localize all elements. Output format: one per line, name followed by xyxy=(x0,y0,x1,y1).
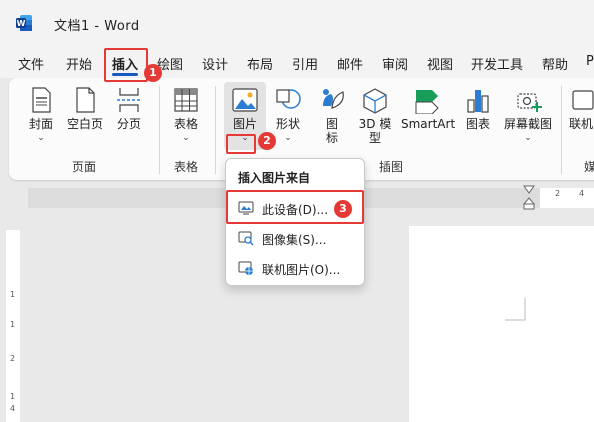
tab-more[interactable]: P xyxy=(586,54,594,69)
ruler-tick: 1 xyxy=(10,320,16,329)
menu-item-stock-images[interactable]: 图像集(S)... xyxy=(232,225,358,251)
callout-badge: 1 xyxy=(144,64,162,82)
chevron-down-icon: ⌄ xyxy=(182,133,190,143)
menu-item-label: 图像集(S)... xyxy=(262,233,327,247)
icons-icon xyxy=(323,89,344,109)
chevron-down-icon: ⌄ xyxy=(524,133,532,143)
chart-label: 图表 xyxy=(465,117,490,131)
ribbon-tabs: 文件 开始 插入 绘图 设计 布局 引用 邮件 审阅 视图 开发工具 帮助 P xyxy=(0,46,594,78)
svg-text:W: W xyxy=(17,19,26,28)
chevron-down-icon: ⌄ xyxy=(284,133,292,143)
3d-models-label-2: 型 xyxy=(368,131,381,145)
cover-page-icon xyxy=(32,87,51,113)
cover-page-label: 封面 xyxy=(28,117,53,131)
menu-item-online-pictures[interactable]: 联机图片(O)... xyxy=(232,255,358,281)
blank-page-button[interactable]: 空白页 xyxy=(65,86,105,131)
table-icon xyxy=(174,88,198,112)
group-divider xyxy=(159,86,160,174)
table-button[interactable]: 表格 ⌄ xyxy=(169,86,203,143)
chevron-down-icon: ⌄ xyxy=(37,133,45,143)
group-label-media: 媒 xyxy=(584,160,594,174)
shapes-button[interactable]: 形状 ⌄ xyxy=(271,86,305,143)
chart-icon xyxy=(467,90,489,113)
3d-models-button[interactable]: 3D 模 型 xyxy=(357,86,393,145)
ruler-tick: 1 xyxy=(10,290,16,299)
group-label-illustrations: 插图 xyxy=(379,160,404,174)
table-label: 表格 xyxy=(173,117,198,131)
page-break-button[interactable]: 分页 xyxy=(113,86,145,131)
window-title: 文档1 - Word xyxy=(54,19,140,34)
smartart-label: SmartArt xyxy=(401,117,456,131)
picture-icon xyxy=(232,88,258,112)
page-break-icon xyxy=(117,88,141,112)
menu-title: 插入图片来自 xyxy=(238,171,311,185)
group-divider xyxy=(215,86,216,174)
menu-item-label: 联机图片(O)... xyxy=(262,263,341,277)
icons-label-2: 标 xyxy=(325,131,338,145)
online-video-label: 联机 xyxy=(569,117,594,131)
callout-box-insert-tab xyxy=(104,48,148,82)
online-video-button[interactable]: 联机 xyxy=(569,86,594,131)
icons-button[interactable]: 图 标 xyxy=(315,86,349,145)
tab-developer[interactable]: 开发工具 xyxy=(471,54,523,73)
indent-marker-icon[interactable] xyxy=(522,184,536,210)
tab-file[interactable]: 文件 xyxy=(18,54,44,73)
word-logo-icon: W xyxy=(16,15,32,31)
blank-page-label: 空白页 xyxy=(66,117,103,131)
callout-badge: 3 xyxy=(334,200,352,218)
group-divider xyxy=(561,86,562,174)
online-video-icon xyxy=(572,90,594,110)
tab-review[interactable]: 审阅 xyxy=(382,54,408,73)
tab-layout[interactable]: 布局 xyxy=(247,54,273,73)
cube-icon xyxy=(363,88,387,114)
margin-corner-mark xyxy=(505,298,526,321)
ruler-tick: 4 xyxy=(10,404,16,413)
shapes-icon xyxy=(276,89,301,109)
online-pictures-icon xyxy=(238,261,253,275)
screenshot-button[interactable]: 屏幕截图 ⌄ xyxy=(501,86,555,143)
group-label-pages: 页面 xyxy=(72,160,97,174)
cover-page-button[interactable]: 封面 ⌄ xyxy=(23,86,59,143)
3d-models-label-1: 3D 模 xyxy=(358,117,392,131)
pictures-label: 图片 xyxy=(232,117,257,131)
shapes-label: 形状 xyxy=(275,117,300,131)
callout-box-pictures-dropdown xyxy=(226,134,256,154)
chart-button[interactable]: 图表 xyxy=(463,86,493,131)
title-bar: W 文档1 - Word xyxy=(0,0,594,46)
callout-badge: 2 xyxy=(258,132,276,150)
ruler-tick: 2 xyxy=(10,354,16,363)
blank-page-icon xyxy=(76,87,95,113)
tab-home[interactable]: 开始 xyxy=(66,54,92,73)
smartart-icon xyxy=(415,90,439,115)
ruler-tick: 2 xyxy=(555,189,561,198)
screenshot-icon xyxy=(517,93,542,112)
page-break-label: 分页 xyxy=(116,117,141,131)
tab-design[interactable]: 设计 xyxy=(202,54,228,73)
ruler-tick: 4 xyxy=(579,189,585,198)
screenshot-label: 屏幕截图 xyxy=(503,117,552,131)
document-page[interactable] xyxy=(409,226,594,422)
icons-label-1: 图 xyxy=(325,117,338,131)
stock-images-icon xyxy=(238,231,254,246)
ruler-tick: 1 xyxy=(10,392,16,401)
tab-mailings[interactable]: 邮件 xyxy=(337,54,363,73)
smartart-button[interactable]: SmartArt xyxy=(401,86,456,131)
tab-help[interactable]: 帮助 xyxy=(542,54,568,73)
group-label-tables: 表格 xyxy=(174,160,199,174)
tab-view[interactable]: 视图 xyxy=(427,54,453,73)
horizontal-ruler-text-area xyxy=(540,188,594,208)
tab-references[interactable]: 引用 xyxy=(292,54,318,73)
